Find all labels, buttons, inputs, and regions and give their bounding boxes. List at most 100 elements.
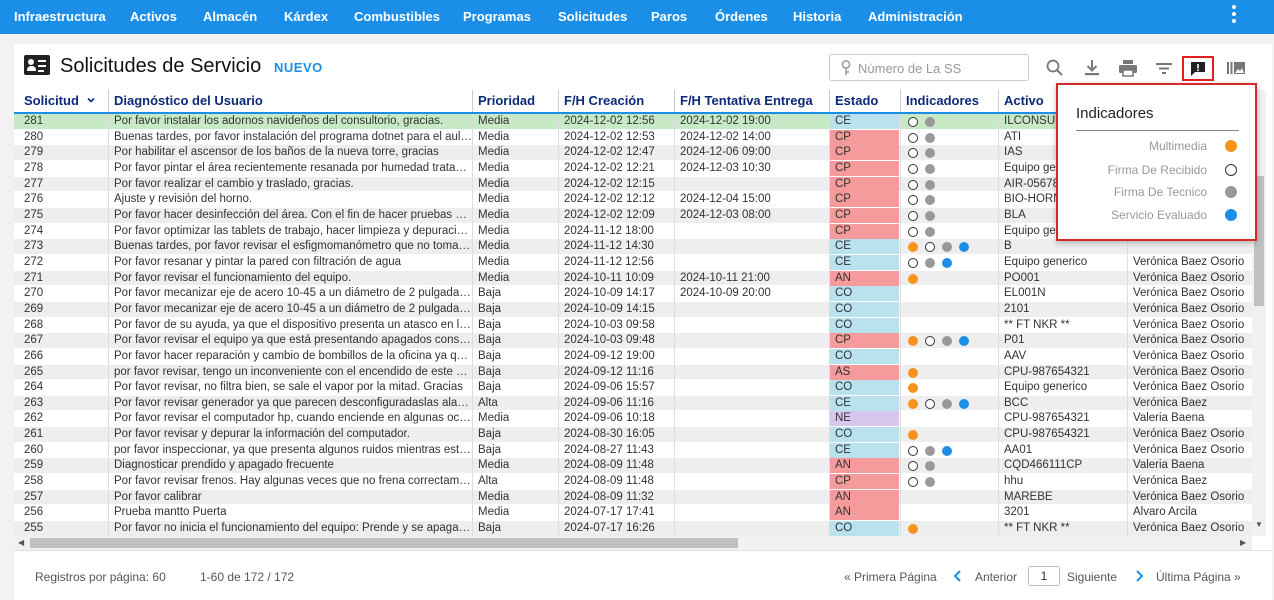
cell-prioridad: Media xyxy=(478,240,510,253)
vertical-dots-icon[interactable] xyxy=(1226,3,1242,31)
cell-activo: AAV xyxy=(1004,349,1027,362)
nav-item-ordenes[interactable]: Órdenes xyxy=(715,0,768,34)
cell-prioridad: Media xyxy=(478,224,510,237)
column-header-creacion[interactable]: F/H Creación xyxy=(558,90,674,112)
horizontal-scrollbar-thumb[interactable] xyxy=(30,538,738,548)
print-icon[interactable] xyxy=(1117,57,1139,79)
scroll-left-arrow-icon[interactable]: ◀ xyxy=(18,538,24,547)
cell-estado: CE xyxy=(830,114,899,129)
scroll-down-arrow-icon[interactable]: ▼ xyxy=(1255,520,1263,529)
table-row[interactable]: 260 por favor inspeccionar, ya que presen… xyxy=(14,442,1252,459)
table-row[interactable]: 262 Por favor revisar el computador hp, c… xyxy=(14,411,1252,428)
cell-solicitud: 258 xyxy=(24,475,44,488)
cell-prioridad: Media xyxy=(478,161,510,174)
cell-diagnostico: por favor inspeccionar, ya que presenta … xyxy=(114,443,472,456)
indicator-dot-orange-icon xyxy=(908,242,918,253)
table-row[interactable]: 273 Buenas tardes, por favor revisar el e… xyxy=(14,239,1252,256)
column-header-prioridad[interactable]: Prioridad xyxy=(472,90,558,112)
cell-creacion: 2024-09-06 11:16 xyxy=(564,396,654,409)
cell-solicitud: 275 xyxy=(24,208,44,221)
cell-estado: CO xyxy=(830,301,899,317)
nav-item-paros[interactable]: Paros xyxy=(651,0,687,34)
last-page-link[interactable]: Última Página » xyxy=(1156,570,1241,584)
columns-icon[interactable] xyxy=(1225,57,1247,79)
first-page-link[interactable]: « Primera Página xyxy=(844,570,937,584)
indicator-dot-gray-icon xyxy=(925,226,935,237)
column-header-indicadores[interactable]: Indicadores xyxy=(900,90,998,112)
cell-diagnostico: Por favor instalar los adornos navideños… xyxy=(114,115,444,127)
next-page-link[interactable]: Siguiente xyxy=(1067,570,1117,584)
nav-item-infraestructura[interactable]: Infraestructura xyxy=(14,0,106,34)
cell-diagnostico: Por favor mecanizar eje de acero 10-45 a… xyxy=(114,302,472,315)
cell-indicadores xyxy=(900,490,998,505)
cell-estado: CO xyxy=(830,348,899,364)
nav-item-historia[interactable]: Historia xyxy=(793,0,841,34)
filter-icon[interactable] xyxy=(1153,57,1175,79)
records-per-page[interactable]: Registros por página: 60 xyxy=(35,570,166,584)
cell-estado: CP xyxy=(830,223,899,239)
table-row[interactable]: 266 Por favor hacer reparación y cambio d… xyxy=(14,348,1252,365)
cell-tentativa: 2024-10-09 20:00 xyxy=(680,287,771,300)
cell-indicadores xyxy=(900,114,998,129)
page-number-input[interactable] xyxy=(1028,566,1060,586)
table-row[interactable]: 256 Prueba mantto Puerta Media 2024-07-17 1… xyxy=(14,505,1252,522)
nav-item-kardex[interactable]: Kárdex xyxy=(284,0,328,34)
nav-item-programas[interactable]: Programas xyxy=(463,0,531,34)
table-row[interactable]: 267 Por favor revisar el equipo ya que es… xyxy=(14,333,1252,350)
cell-creacion: 2024-09-06 10:18 xyxy=(564,412,655,425)
table-row[interactable]: 255 Por favor no inicia el funcionamiento… xyxy=(14,521,1252,536)
table-row[interactable]: 272 Por favor resanar y pintar la pared c… xyxy=(14,254,1252,271)
table-row[interactable]: 270 Por favor mecanizar eje de acero 10-4… xyxy=(14,286,1252,303)
new-request-button[interactable]: NUEVO xyxy=(274,60,323,75)
cell-diagnostico: Por favor de su ayuda, ya que el disposi… xyxy=(114,318,472,331)
cell-estado: CO xyxy=(830,286,899,302)
indicators-toggle-button[interactable] xyxy=(1182,56,1214,81)
cell-creacion: 2024-12-02 12:09 xyxy=(564,208,655,221)
cell-solicitante: Valeria Baena xyxy=(1133,412,1205,425)
column-header-diagnostico[interactable]: Diagnóstico del Usuario xyxy=(108,90,472,112)
nav-item-combustibles[interactable]: Combustibles xyxy=(354,0,440,34)
column-header-tentativa[interactable]: F/H Tentativa Entrega xyxy=(674,90,829,112)
table-row[interactable]: 271 Por favor revisar el funcionamiento d… xyxy=(14,270,1252,287)
table-row[interactable]: 257 Por favor calibrar Media 2024-08-09 11:… xyxy=(14,489,1252,506)
cell-diagnostico: Por favor resanar y pintar la pared con … xyxy=(114,255,402,268)
cell-tentativa xyxy=(674,474,829,489)
indicator-dot-white-icon xyxy=(908,195,918,206)
cell-prioridad: Baja xyxy=(478,302,502,315)
indicator-dot-blue-icon xyxy=(959,242,969,253)
chevron-left-icon[interactable] xyxy=(952,569,964,583)
nav-item-activos[interactable]: Activos xyxy=(130,0,177,34)
table-row[interactable]: 265 por favor revisar, tengo un inconveni… xyxy=(14,364,1252,381)
nav-item-solicitudes[interactable]: Solicitudes xyxy=(558,0,627,34)
cell-tentativa xyxy=(674,255,829,270)
table-row[interactable]: 268 Por favor de su ayuda, ya que el disp… xyxy=(14,317,1252,334)
indicator-dot-white-icon xyxy=(908,210,918,221)
download-icon[interactable] xyxy=(1081,57,1103,79)
cell-tentativa xyxy=(674,224,829,239)
cell-indicadores xyxy=(900,411,998,426)
search-input[interactable] xyxy=(858,59,1023,77)
table-row[interactable]: 269 Por favor mecanizar eje de acero 10-4… xyxy=(14,301,1252,318)
cell-solicitud: 280 xyxy=(24,130,44,143)
cell-prioridad: Media xyxy=(478,506,510,519)
cell-diagnostico: Buenas tardes, por favor instalación del… xyxy=(114,130,472,143)
table-row[interactable]: 261 Por favor revisar y depurar la inform… xyxy=(14,427,1252,444)
scroll-right-arrow-icon[interactable]: ▶ xyxy=(1240,538,1246,547)
search-icon[interactable] xyxy=(1044,57,1066,79)
cell-activo: ** FT NKR ** xyxy=(1004,318,1070,331)
column-header-solicitud[interactable]: Solicitud xyxy=(18,90,108,112)
previous-page-link[interactable]: Anterior xyxy=(975,570,1017,584)
cell-indicadores xyxy=(900,318,998,333)
table-row[interactable]: 263 Por favor revisar generador ya que pa… xyxy=(14,395,1252,412)
cell-estado: CE xyxy=(830,395,899,411)
column-header-estado[interactable]: Estado xyxy=(829,90,900,112)
table-row[interactable]: 259 Diagnosticar prendido y apagado frecu… xyxy=(14,458,1252,475)
horizontal-scrollbar[interactable]: ◀ ▶ xyxy=(14,536,1252,550)
cell-indicadores xyxy=(900,255,998,270)
cell-solicitud: 260 xyxy=(24,443,44,456)
nav-item-almacen[interactable]: Almacén xyxy=(203,0,257,34)
chevron-right-icon[interactable] xyxy=(1133,569,1145,583)
nav-item-administracion[interactable]: Administración xyxy=(868,0,963,34)
table-row[interactable]: 264 Por favor revisar, no filtra bien, se… xyxy=(14,380,1252,397)
table-row[interactable]: 258 Por favor revisar frenos. Hay algunas… xyxy=(14,474,1252,491)
